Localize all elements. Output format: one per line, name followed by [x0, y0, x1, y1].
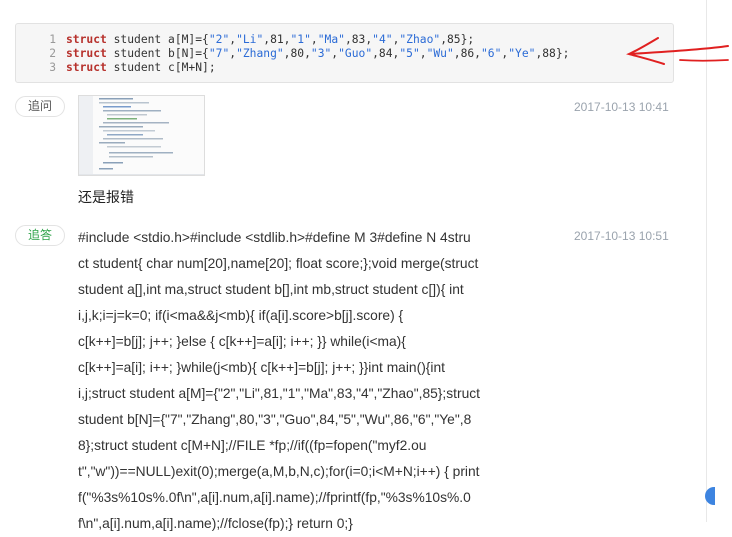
reply-line: student b[N]={"7","Zhang",80,"3","Guo",8…	[78, 412, 472, 427]
reply-line: t","w"))==NULL)exit(0);merge(a,M,b,N,c);…	[78, 464, 480, 479]
code-line: 3 struct student c[M+N];	[16, 61, 569, 75]
reply-line: student a[],int ma,struct student b[],in…	[78, 282, 464, 297]
code-text: student a[M]={"2","Li",81,"1","Ma",83,"4…	[106, 33, 475, 46]
reply-tag: 追答	[15, 225, 65, 246]
code-line: 1 struct student a[M]={"2","Li",81,"1","M…	[16, 33, 569, 47]
reply-body: #include <stdio.h>#include <stdlib.h>#de…	[78, 225, 528, 537]
code-content: 1 struct student a[M]={"2","Li",81,"1","M…	[16, 33, 569, 75]
reply-line: ct student{ char num[20],name[20]; float…	[78, 256, 479, 271]
line-number: 1	[49, 33, 56, 46]
reply-line: f\n",a[i].num,a[i].name);//fclose(fp);} …	[78, 516, 353, 531]
code-block: 1 struct student a[M]={"2","Li",81,"1","M…	[15, 23, 674, 83]
code-screenshot-thumbnail[interactable]	[78, 95, 205, 176]
reply-timestamp: 2017-10-13 10:51	[574, 229, 669, 243]
line-number: 3	[49, 61, 56, 74]
right-divider	[706, 0, 707, 522]
code-text: student c[M+N];	[106, 61, 216, 74]
code-keyword: struct	[66, 33, 107, 46]
code-keyword: struct	[66, 61, 107, 74]
reply-line: f("%3s%10s%.0f\n",a[i].num,a[i].name);//…	[78, 490, 471, 505]
reply-line: c[k++]=b[j]; j++; }else { c[k++]=a[i]; i…	[78, 334, 406, 349]
reply-line: 8};struct student c[M+N];//FILE *fp;//if…	[78, 438, 427, 453]
reply-line: #include <stdio.h>#include <stdlib.h>#de…	[78, 230, 471, 245]
hand-drawn-arrow-icon	[626, 37, 729, 65]
reply-line: i,j,k;i=j=k=0; if(i<ma&&j<mb){ if(a[i].s…	[78, 308, 404, 323]
reply-line: i,j;struct student a[M]={"2","Li",81,"1"…	[78, 386, 480, 401]
followup-timestamp: 2017-10-13 10:41	[574, 100, 669, 114]
followup-text: 还是报错	[78, 189, 134, 205]
code-line: 2 struct student b[N]={"7","Zhang",80,"3"…	[16, 47, 569, 61]
reply-line: c[k++]=a[i]; i++; }while(j<mb){ c[k++]=b…	[78, 360, 445, 375]
followup-tag: 追问	[15, 96, 65, 117]
code-screenshot-thumbnail-icon	[79, 96, 204, 175]
line-number: 2	[49, 47, 56, 60]
code-keyword: struct	[66, 47, 107, 60]
code-text: student b[N]={"7","Zhang",80,"3","Guo",8…	[106, 47, 570, 60]
